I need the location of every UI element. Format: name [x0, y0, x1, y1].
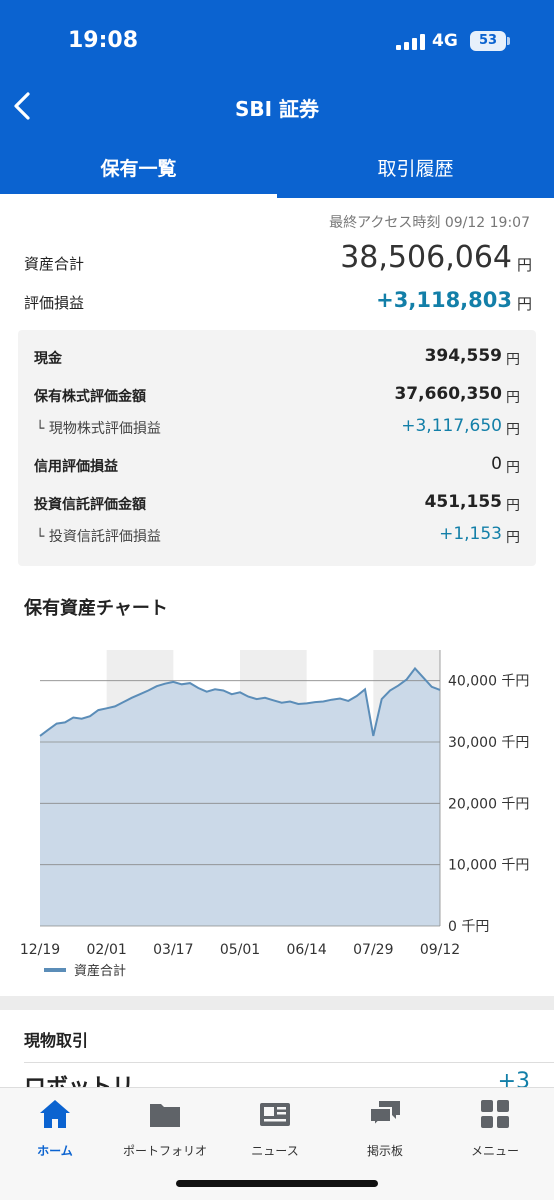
network-label: 4G — [432, 31, 458, 51]
chart-y-tick-label: 10,000 千円 — [448, 858, 529, 874]
chart-x-tick-label: 09/12 — [420, 942, 460, 958]
chart-y-tick-label: 40,000 千円 — [448, 674, 529, 690]
page-title: SBI 証券 — [234, 97, 320, 121]
detail-value: 451,155 — [424, 492, 502, 512]
yen-unit: 円 — [506, 530, 520, 546]
status-bar: 19:08 4G 53 — [0, 0, 554, 80]
nav-item-menu[interactable]: メニュー — [440, 1096, 550, 1160]
detail-row-margin-pl: 信用評価損益 0 円 — [18, 450, 536, 482]
nav-label: ニュース — [251, 1144, 299, 1158]
battery-icon: 53 — [470, 31, 506, 51]
menu-grid-icon — [481, 1100, 509, 1128]
detail-value: 394,559 — [424, 346, 502, 366]
chart-x-tick-label: 07/29 — [353, 942, 393, 958]
yen-unit: 円 — [506, 498, 520, 514]
yen-unit: 円 — [516, 295, 532, 313]
chart-y-tick-label: 0 千円 — [448, 919, 489, 935]
detail-value: 37,660,350 — [394, 384, 502, 404]
holding-row[interactable]: ロボットリ +3 — [0, 1063, 554, 1087]
detail-label: └ 投資信託評価損益 — [36, 529, 161, 545]
yen-unit: 円 — [506, 422, 520, 438]
nav-item-portfolio[interactable]: ポートフォリオ — [110, 1096, 220, 1160]
news-icon — [260, 1103, 290, 1126]
nav-item-news[interactable]: ニュース — [220, 1096, 330, 1160]
legend-label: 資産合計 — [74, 964, 127, 979]
home-indicator — [176, 1180, 378, 1187]
detail-label: 信用評価損益 — [34, 459, 118, 475]
home-icon — [40, 1100, 70, 1128]
chart-y-tick-label: 20,000 千円 — [448, 796, 529, 812]
tab-holdings[interactable]: 保有一覧 — [0, 150, 277, 198]
nav-label: メニュー — [470, 1144, 519, 1158]
nav-item-home[interactable]: ホーム — [0, 1096, 110, 1160]
chart-x-tick-label: 05/01 — [220, 942, 260, 958]
total-assets-value: 38,506,064 — [340, 240, 512, 275]
section-separator — [0, 996, 554, 1010]
profit-loss-label: 評価損益 — [24, 294, 85, 312]
asset-chart[interactable]: 0 千円 10,000 千円 20,000 千円 30,000 千円 40,000 千円… — [0, 628, 554, 958]
status-time: 19:08 — [68, 28, 139, 53]
yen-unit: 円 — [506, 352, 520, 368]
tab-trade-history[interactable]: 取引履歴 — [277, 150, 554, 198]
yen-unit: 円 — [516, 256, 532, 274]
legend-swatch — [44, 968, 66, 972]
folder-icon — [150, 1104, 180, 1127]
detail-row-cash: 現金 394,559 円 — [18, 342, 536, 374]
detail-value: +1,153 — [439, 524, 502, 544]
detail-row-stock-pl: └ 現物株式評価損益 +3,117,650 円 — [18, 412, 536, 444]
chat-icon — [369, 1101, 400, 1129]
yen-unit: 円 — [506, 460, 520, 476]
yen-unit: 円 — [506, 390, 520, 406]
nav-item-board[interactable]: 掲示板 — [330, 1096, 440, 1160]
detail-value: +3,117,650 — [401, 416, 502, 436]
holding-pl: +3 — [497, 1069, 530, 1087]
chart-section-title: 保有資産チャート — [24, 598, 168, 619]
nav-label: ホーム — [37, 1144, 73, 1158]
nav-label: ポートフォリオ — [122, 1144, 207, 1158]
detail-label: └ 現物株式評価損益 — [36, 421, 161, 437]
holding-name: ロボットリ — [24, 1069, 134, 1087]
asset-breakdown: 現金 394,559 円 保有株式評価金額 37,660,350 円 └ 現物株… — [18, 330, 536, 566]
signal-icon — [396, 34, 426, 50]
detail-row-stock-value: 保有株式評価金額 37,660,350 円 — [18, 380, 536, 412]
battery-tip — [507, 37, 510, 45]
detail-label: 保有株式評価金額 — [34, 389, 146, 405]
detail-row-fund-value: 投資信託評価金額 451,155 円 — [18, 488, 536, 520]
chart-x-tick-label: 06/14 — [286, 942, 326, 958]
profit-loss-value: +3,118,803 — [376, 288, 512, 312]
chart-x-tick-label: 12/19 — [20, 942, 60, 958]
chart-x-tick-label: 02/01 — [86, 942, 126, 958]
last-access-time: 最終アクセス時刻 09/12 19:07 — [329, 215, 530, 231]
detail-value: 0 — [491, 454, 502, 474]
chart-x-tick-label: 03/17 — [153, 942, 193, 958]
total-assets-label: 資産合計 — [24, 255, 85, 273]
app-header: 19:08 4G 53 SBI 証券 保有一覧 取引履歴 — [0, 0, 554, 198]
genbutsu-section-title: 現物取引 — [24, 1031, 89, 1050]
detail-row-fund-pl: └ 投資信託評価損益 +1,153 円 — [18, 520, 536, 552]
detail-label: 投資信託評価金額 — [34, 497, 146, 513]
nav-label: 掲示板 — [366, 1144, 403, 1158]
detail-label: 現金 — [34, 351, 62, 367]
chart-y-tick-label: 30,000 千円 — [448, 735, 529, 751]
